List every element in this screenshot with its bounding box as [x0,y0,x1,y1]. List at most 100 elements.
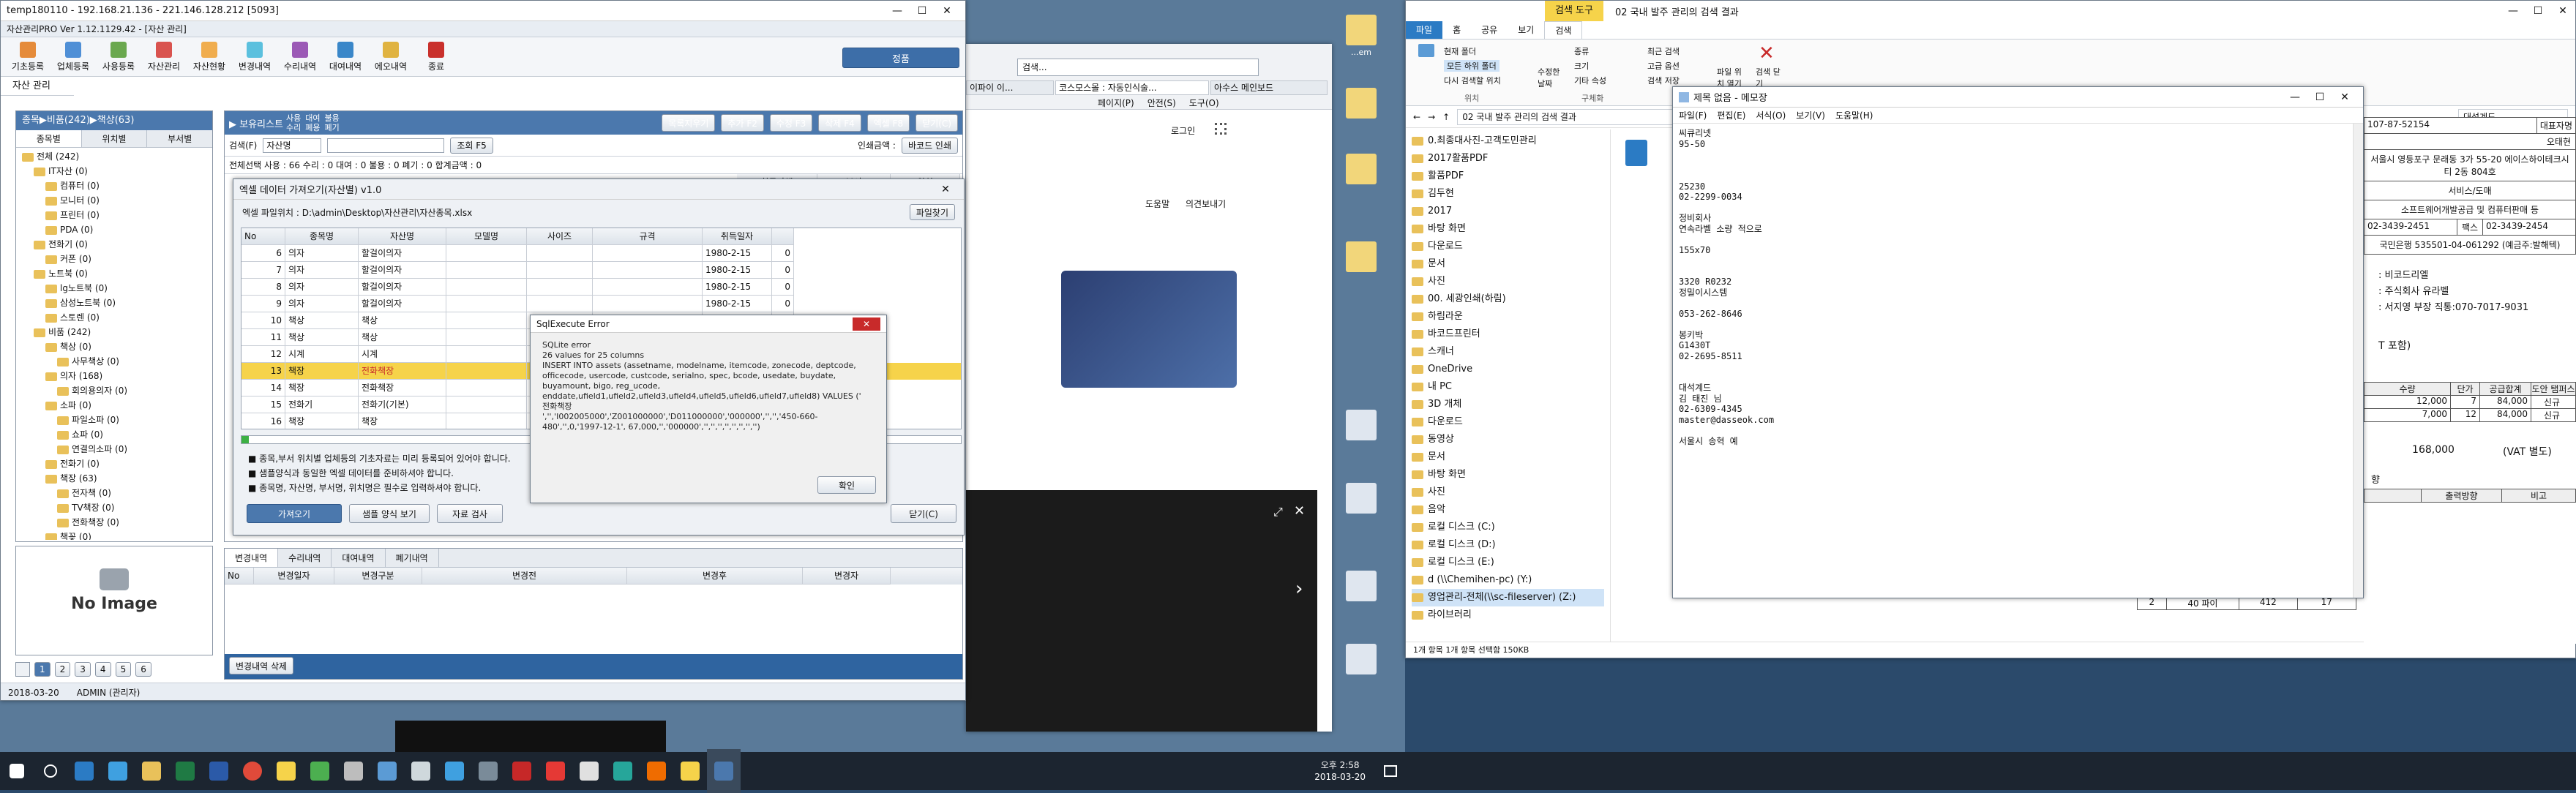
minimize-icon[interactable]: — [2283,91,2307,103]
menu-help[interactable]: 도움말(H) [1835,108,1873,123]
nav-item[interactable]: 내 PC [1412,378,1604,396]
nav-item[interactable]: 사진 [1412,484,1604,501]
ribbon-tab-share[interactable]: 공유 [1471,21,1508,39]
toolbar-item[interactable]: 자산현황 [188,41,231,72]
tab-disposal-history[interactable]: 폐기내역 [386,549,439,567]
browser-tab[interactable]: 코스모스몰 : 자동인식술... [1055,80,1209,95]
toolbar-item[interactable]: 기초등록 [7,41,49,72]
toolbar-item[interactable]: 사용등록 [97,41,140,72]
browser-tab[interactable]: 이파이 이... [966,80,1054,95]
tree-item[interactable]: 삼성노트북 (0) [19,296,209,310]
menu-edit[interactable]: 편집(E) [1717,108,1745,123]
search-button[interactable]: 조회 F5 [450,137,493,154]
tree-item[interactable]: 파일소파 (0) [19,413,209,427]
ribbon-tab-file[interactable]: 파일 [1406,21,1443,39]
toolbar-item[interactable]: 수리내역 [279,41,321,72]
history-header[interactable]: No [225,568,254,585]
app-icon[interactable] [404,749,438,793]
maximize-icon[interactable]: ☐ [910,5,935,17]
tree-item[interactable]: 프린터 (0) [19,208,209,222]
tab-repair-history[interactable]: 수리내역 [278,549,332,567]
word-icon[interactable] [202,749,236,793]
desktop-icon[interactable] [1339,571,1383,604]
menu-page[interactable]: 페이지(P) [1098,97,1134,109]
desktop-icon[interactable]: ...em [1339,15,1383,57]
nav-item[interactable]: 라이브러리 [1412,606,1604,624]
nav-item[interactable]: 다운로드 [1412,238,1604,255]
excel-header[interactable]: 규격 [593,228,703,245]
toolbar-item[interactable]: 종료 [415,41,457,72]
ribbon-advanced-options[interactable]: 고급 옵션 [1647,60,1680,72]
desktop-icon[interactable] [1339,241,1383,274]
tree-item[interactable]: IT자산 (0) [19,164,209,178]
help-link[interactable]: 도움말 [1145,198,1169,210]
ribbon-other-props[interactable]: 기타 속성 [1574,75,1606,86]
nav-item[interactable]: 영업관리-전체(\\sc-fileserver) (Z:) [1412,589,1604,606]
desktop-icon[interactable] [1339,154,1383,187]
expand-icon[interactable]: ⤢ [1273,505,1283,519]
nav-item[interactable]: 다운로드 [1412,413,1604,431]
nav-item[interactable]: 로컬 디스크 (D:) [1412,536,1604,554]
app-icon[interactable] [438,749,471,793]
table-row[interactable]: 7 의자 할걸이의자 1980-2-15 0 [242,262,961,279]
app-tab[interactable]: 자산 관리 [1,77,74,96]
maximize-icon[interactable]: ☐ [2307,91,2332,103]
filter-repair[interactable]: 수리 [286,123,301,132]
app-icon[interactable] [505,749,539,793]
excel-header[interactable]: 사이즈 [527,228,593,245]
nav-item[interactable]: 하림라운 [1412,308,1604,326]
explorer-icon[interactable] [135,749,168,793]
tree-item[interactable]: TV책장 (0) [19,500,209,515]
nav-item[interactable]: 2017활품PDF [1412,150,1604,168]
nav-item[interactable]: 2017 [1412,203,1604,220]
toolbar-item[interactable]: 변경내역 [233,41,276,72]
acrobat-icon[interactable] [539,749,572,793]
app-icon[interactable] [640,749,673,793]
toolbar-item[interactable]: 에오내역 [370,41,412,72]
filter-disposed[interactable]: 폐기 [325,123,340,132]
toolbar-item[interactable]: 업체등록 [52,41,94,72]
desktop-icon[interactable] [1339,88,1383,121]
close-list-button[interactable]: 닫기(C) [916,114,958,132]
close-icon[interactable]: ✕ [2550,5,2575,17]
tab-by-item[interactable]: 종목별 [16,130,82,147]
search-input[interactable] [327,138,445,153]
tree-item[interactable]: 전화책장 (0) [19,515,209,530]
desktop-icon[interactable] [1339,483,1383,516]
menu-safety[interactable]: 안전(S) [1147,97,1176,109]
asset-app-task-icon[interactable] [707,749,741,793]
ie-icon[interactable] [101,749,135,793]
ribbon-tab-home[interactable]: 홈 [1442,21,1471,39]
browser-address-bar[interactable]: 검색... [1017,59,1259,76]
tab-change-history[interactable]: 변경내역 [225,549,279,567]
tree-item[interactable]: 노트북 (0) [19,266,209,281]
tab-by-location[interactable]: 위치별 [81,130,148,147]
login-link[interactable]: 로그인 [1171,124,1195,137]
tree-item[interactable]: 비품 (242) [19,325,209,339]
excel-header[interactable]: 자산명 [359,228,446,245]
nav-item[interactable]: 음악 [1412,501,1604,519]
tree-item[interactable]: 컴퓨터 (0) [19,178,209,193]
desktop-icon[interactable] [1339,410,1383,443]
close-icon[interactable]: ✕ [935,5,959,17]
explorer-path[interactable]: 02 국내 발주 관리의 검색 결과 [1457,108,1692,125]
page-button[interactable]: 1 [34,662,50,677]
forward-icon[interactable]: → [1428,112,1435,122]
app-icon[interactable] [471,749,505,793]
ribbon-tab-search[interactable]: 검색 [1544,21,1583,39]
close-icon[interactable]: ✕ [933,184,958,195]
table-row[interactable]: 6 의자 할걸이의자 1980-2-15 0 [242,245,961,262]
close-icon[interactable]: ✕ [2332,91,2357,103]
tree-item[interactable]: PDA (0) [19,222,209,237]
nav-item[interactable]: 사진 [1412,273,1604,290]
nav-item[interactable]: OneDrive [1412,361,1604,378]
history-header[interactable]: 변경일자 [254,568,334,585]
menu-tools[interactable]: 도구(O) [1189,97,1219,109]
delete-history-button[interactable]: 변경내역 삭제 [229,657,294,674]
table-row[interactable]: 8 의자 할걸이의자 1980-2-15 0 [242,279,961,296]
tree-item[interactable]: 전화기 (0) [19,237,209,252]
nav-item[interactable]: 스캐너 [1412,343,1604,361]
tab-rental-history[interactable]: 대여내역 [332,549,386,567]
clear-list-button[interactable]: 목록지우기 [662,114,716,132]
excel-icon[interactable] [168,749,202,793]
